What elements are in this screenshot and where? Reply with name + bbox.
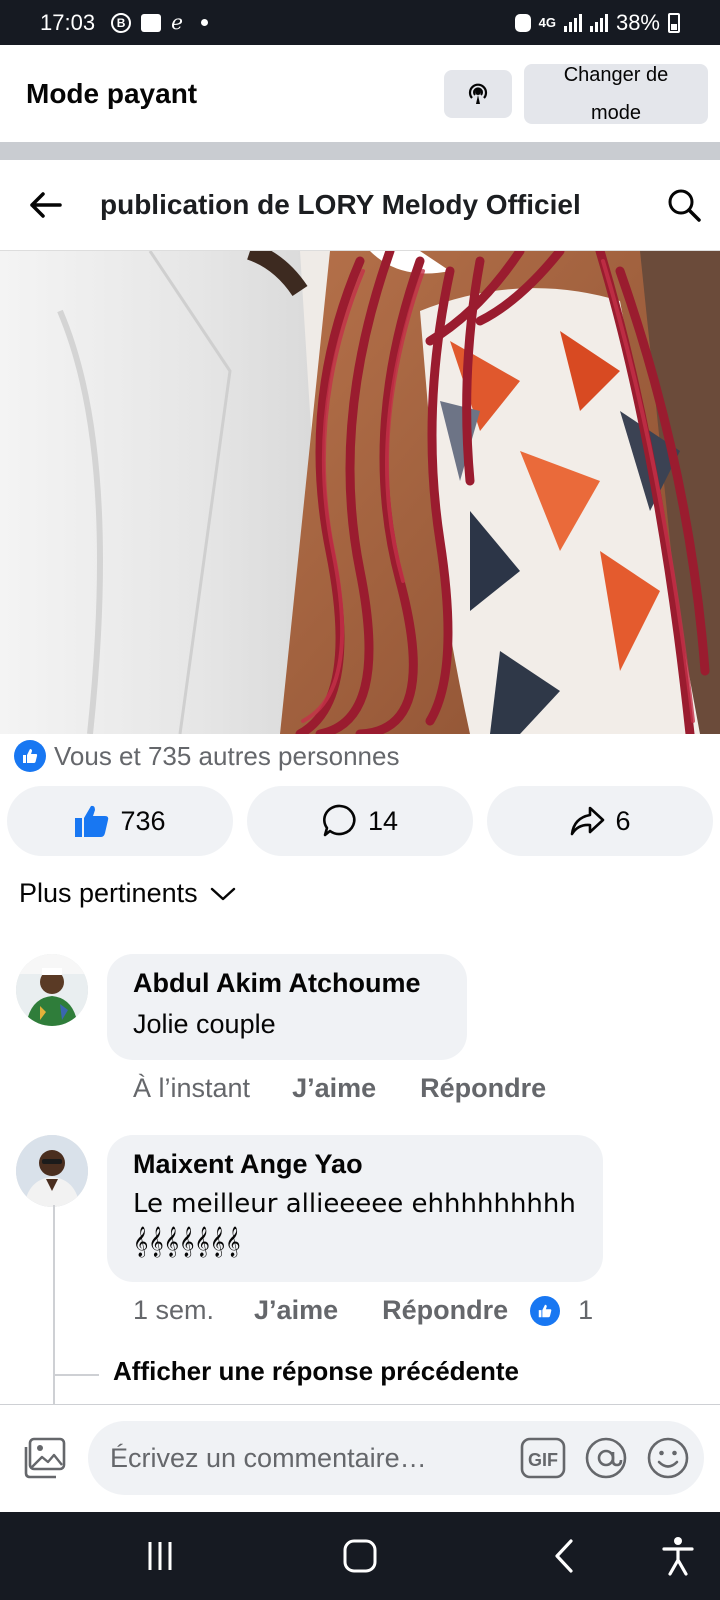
avatar[interactable] (16, 1135, 88, 1207)
comment-meta: 1 sem. J’aime Répondre 1 (133, 1295, 593, 1326)
comment-composer: Écrivez un commentaire… GIF (0, 1404, 720, 1510)
gif-label: GIF (528, 1450, 558, 1470)
accessibility-button[interactable] (648, 1512, 708, 1600)
signature-icon: ℯ (171, 12, 183, 34)
comment-reaction-count[interactable]: 1 (578, 1295, 593, 1326)
back-button[interactable] (0, 160, 92, 251)
notification-dot (200, 19, 208, 26)
avatar[interactable] (16, 954, 88, 1026)
search-button[interactable] (648, 160, 720, 251)
recent-apps-icon (148, 1542, 172, 1570)
chevron-down-icon (210, 887, 235, 900)
comment-count: 14 (367, 805, 399, 836)
back-chevron-icon (555, 1539, 573, 1573)
comment-meta: À l’instant J’aime Répondre (133, 1073, 546, 1104)
comment-icon (322, 804, 356, 837)
system-navigation-bar (0, 1512, 720, 1600)
comment-reply-button[interactable]: Répondre (382, 1295, 508, 1326)
post-photo[interactable] (0, 251, 720, 734)
change-mode-label: Changer de mode (563, 63, 669, 124)
comment-text: Le meilleur allieeeee ehhhhhhhhh 𝄞𝄞𝄞𝄞𝄞𝄞𝄞 (133, 1189, 576, 1257)
comment-text: Jolie couple (133, 1009, 276, 1039)
back-nav-button[interactable] (534, 1512, 594, 1600)
home-button[interactable] (330, 1512, 390, 1600)
page-title: publication de LORY Melody Officiel (100, 189, 581, 220)
mode-bar: Mode payant Changer de mode (0, 45, 720, 142)
b-icon: B (111, 12, 132, 33)
comment-bubble[interactable]: Maixent Ange Yao Le meilleur allieeeee e… (107, 1135, 603, 1282)
comment-like-button[interactable]: J’aime (292, 1073, 376, 1104)
change-mode-button[interactable]: Changer de mode (524, 63, 708, 124)
home-icon (343, 1539, 377, 1573)
broadcast-icon (468, 83, 488, 104)
emoji-icon (647, 1437, 689, 1479)
comment-reply-button[interactable]: Répondre (420, 1073, 546, 1104)
like-count: 736 (120, 805, 166, 836)
battery-percent: 38% (615, 9, 660, 35)
gallery-icon (24, 1437, 66, 1479)
share-icon (571, 806, 605, 836)
comment-time[interactable]: 1 sem. (133, 1295, 214, 1326)
alarm-icon (514, 13, 531, 32)
accessibility-icon (662, 1537, 694, 1576)
comment-input[interactable]: Écrivez un commentaire… GIF (88, 1421, 704, 1495)
like-button[interactable]: 736 (7, 786, 233, 856)
status-bar: 17:03 B ℯ 4G 38% (0, 0, 720, 45)
reactions-summary[interactable]: Vous et 735 autres personnes (14, 738, 399, 774)
reply-thread-hook (55, 1374, 99, 1376)
gallery-icon (141, 13, 162, 32)
sort-dropdown[interactable]: Plus pertinents (19, 878, 236, 909)
status-time: 17:03 (40, 9, 96, 35)
gif-button[interactable]: GIF (520, 1437, 566, 1479)
thumbs-up-icon (75, 805, 109, 837)
battery-icon (668, 12, 680, 33)
gif-icon: GIF (520, 1437, 566, 1479)
mention-icon (585, 1437, 627, 1479)
back-arrow-icon (30, 192, 62, 218)
reactions-summary-text: Vous et 735 autres personnes (54, 740, 400, 771)
post-photo-image (0, 251, 720, 734)
mention-button[interactable] (584, 1436, 628, 1480)
post-actions: 736 14 6 (7, 786, 713, 856)
mode-title: Mode payant (26, 77, 198, 109)
share-button[interactable]: 6 (487, 786, 713, 856)
emoji-button[interactable] (646, 1436, 690, 1480)
comment-like-reaction-icon (530, 1295, 561, 1326)
sort-label: Plus pertinents (19, 878, 198, 908)
search-icon (668, 189, 701, 222)
show-previous-reply-link[interactable]: Afficher une réponse précédente (113, 1356, 519, 1387)
comment-input-placeholder: Écrivez un commentaire… (110, 1442, 427, 1473)
comment-button[interactable]: 14 (247, 786, 473, 856)
like-reaction-icon (14, 740, 46, 772)
comment-bubble[interactable]: Abdul Akim Atchoume Jolie couple (107, 954, 467, 1060)
recent-apps-button[interactable] (130, 1512, 190, 1600)
section-divider (0, 142, 720, 160)
comment-time[interactable]: À l’instant (133, 1073, 250, 1104)
photo-attach-button[interactable] (22, 1437, 68, 1484)
post-header: publication de LORY Melody Officiel (0, 160, 720, 251)
comment-author[interactable]: Maixent Ange Yao (133, 1149, 577, 1180)
signal-icon-2 (589, 13, 608, 32)
comment-like-button[interactable]: J’aime (254, 1295, 338, 1326)
share-count: 6 (615, 805, 631, 836)
broadcast-button[interactable] (444, 69, 512, 118)
network-type: 4G (538, 15, 556, 30)
signal-icon (563, 13, 582, 32)
comment-author[interactable]: Abdul Akim Atchoume (133, 968, 441, 999)
